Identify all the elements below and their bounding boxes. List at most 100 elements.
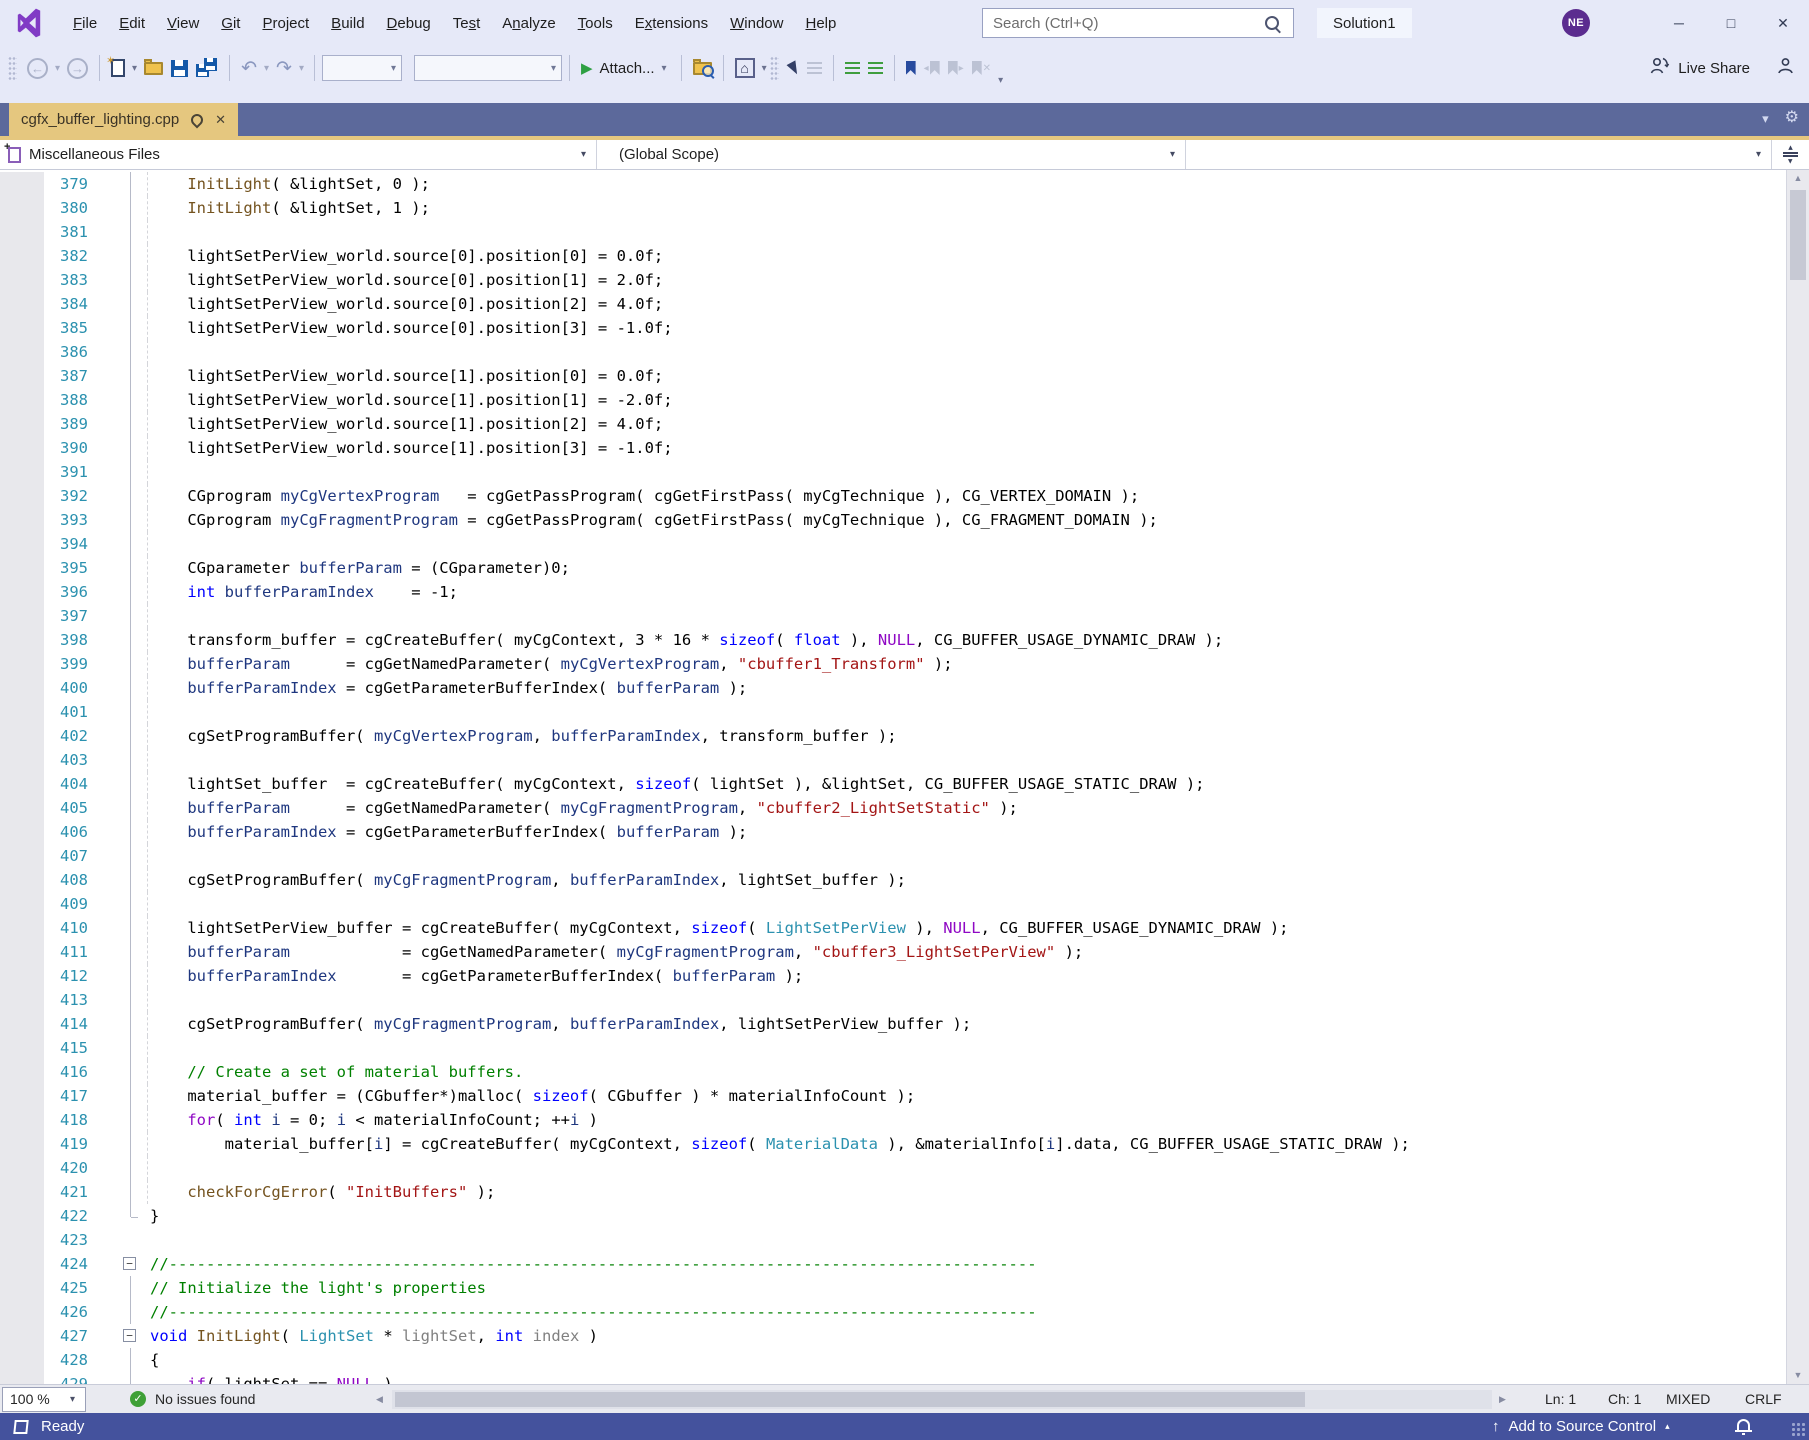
indicator-margin[interactable]: [0, 796, 44, 820]
tab-close-icon[interactable]: ✕: [215, 112, 226, 128]
indicator-margin[interactable]: [0, 700, 44, 724]
gear-icon[interactable]: ⚙: [1785, 110, 1799, 126]
menu-debug[interactable]: Debug: [376, 9, 442, 38]
indicator-margin[interactable]: [0, 580, 44, 604]
code-line[interactable]: 415: [0, 1036, 1809, 1060]
menu-analyze[interactable]: Analyze: [491, 9, 566, 38]
code-line[interactable]: 413: [0, 988, 1809, 1012]
code-line[interactable]: 410 lightSetPerView_buffer = cgCreateBuf…: [0, 916, 1809, 940]
bell-icon[interactable]: [1737, 1419, 1750, 1430]
code-line[interactable]: 409: [0, 892, 1809, 916]
code-line[interactable]: 384 lightSetPerView_world.source[0].posi…: [0, 292, 1809, 316]
menu-tools[interactable]: Tools: [567, 9, 624, 38]
minimize-button[interactable]: ─: [1653, 0, 1705, 46]
indicator-margin[interactable]: [0, 1372, 44, 1384]
horizontal-scrollbar[interactable]: [392, 1390, 1492, 1409]
navigate-back-dropdown[interactable]: ▾: [55, 63, 60, 74]
toolbar-drag-handle[interactable]: [8, 56, 17, 80]
indicator-margin[interactable]: [0, 364, 44, 388]
code-line[interactable]: 393 CGprogram myCgFragmentProgram = cgGe…: [0, 508, 1809, 532]
pin-icon[interactable]: [189, 111, 206, 128]
code-area[interactable]: 379 InitLight( &lightSet, 0 );380 InitLi…: [0, 170, 1809, 1384]
indicator-margin[interactable]: [0, 196, 44, 220]
redo-button[interactable]: ↷: [272, 52, 296, 84]
code-line[interactable]: 400 bufferParamIndex = cgGetParameterBuf…: [0, 676, 1809, 700]
indicator-margin[interactable]: [0, 316, 44, 340]
editor[interactable]: 379 InitLight( &lightSet, 0 );380 InitLi…: [0, 170, 1809, 1384]
toolbar-overflow-button[interactable]: ▾: [998, 75, 1003, 86]
code-line[interactable]: 397: [0, 604, 1809, 628]
code-line[interactable]: 424−//----------------------------------…: [0, 1252, 1809, 1276]
code-line[interactable]: 412 bufferParamIndex = cgGetParameterBuf…: [0, 964, 1809, 988]
code-line[interactable]: 408 cgSetProgramBuffer( myCgFragmentProg…: [0, 868, 1809, 892]
indicator-margin[interactable]: [0, 628, 44, 652]
code-line[interactable]: 396 int bufferParamIndex = -1;: [0, 580, 1809, 604]
menu-test[interactable]: Test: [442, 9, 492, 38]
member-dropdown[interactable]: ▾: [1186, 140, 1772, 169]
menu-build[interactable]: Build: [320, 9, 375, 38]
indicator-margin[interactable]: [0, 772, 44, 796]
menu-project[interactable]: Project: [251, 9, 320, 38]
previous-bookmark-button[interactable]: ◂: [920, 52, 944, 84]
code-line[interactable]: 390 lightSetPerView_world.source[1].posi…: [0, 436, 1809, 460]
menu-extensions[interactable]: Extensions: [624, 9, 719, 38]
save-all-button[interactable]: [192, 52, 222, 84]
indicator-margin[interactable]: [0, 1180, 44, 1204]
indicator-margin[interactable]: [0, 1156, 44, 1180]
code-line[interactable]: 381: [0, 220, 1809, 244]
code-line[interactable]: 399 bufferParam = cgGetNamedParameter( m…: [0, 652, 1809, 676]
properties-list-button[interactable]: [803, 52, 826, 84]
issues-status[interactable]: No issues found: [155, 1391, 255, 1407]
indicator-margin[interactable]: [0, 508, 44, 532]
indicator-margin[interactable]: [0, 1252, 44, 1276]
menu-view[interactable]: View: [156, 9, 210, 38]
split-window-control[interactable]: ▴ ▴: [1772, 140, 1809, 169]
menu-window[interactable]: Window: [719, 9, 794, 38]
indicator-margin[interactable]: [0, 388, 44, 412]
scroll-left-icon[interactable]: ◀: [376, 1394, 383, 1405]
background-tasks-icon[interactable]: [13, 1420, 28, 1434]
find-in-files-button[interactable]: [689, 52, 716, 84]
scroll-down-icon[interactable]: ▼: [1787, 1367, 1809, 1384]
code-line[interactable]: 417 material_buffer = (CGbuffer*)malloc(…: [0, 1084, 1809, 1108]
indicator-margin[interactable]: [0, 436, 44, 460]
home-dropdown[interactable]: ▾: [762, 63, 767, 74]
clear-bookmarks-button[interactable]: ✕: [968, 52, 995, 84]
code-line[interactable]: 423: [0, 1228, 1809, 1252]
indicator-margin[interactable]: [0, 964, 44, 988]
indicator-margin[interactable]: [0, 940, 44, 964]
avatar[interactable]: NE: [1562, 9, 1590, 37]
code-line[interactable]: 427−void InitLight( LightSet * lightSet,…: [0, 1324, 1809, 1348]
code-line[interactable]: 392 CGprogram myCgVertexProgram = cgGetP…: [0, 484, 1809, 508]
code-line[interactable]: 419 material_buffer[i] = cgCreateBuffer(…: [0, 1132, 1809, 1156]
fold-toggle[interactable]: −: [123, 1257, 136, 1270]
code-line[interactable]: 407: [0, 844, 1809, 868]
indicator-margin[interactable]: [0, 484, 44, 508]
code-line[interactable]: 386: [0, 340, 1809, 364]
increase-indent-button[interactable]: [864, 52, 887, 84]
indicator-margin[interactable]: [0, 1036, 44, 1060]
add-to-source-control-button[interactable]: ↑ Add to Source Control ▴: [1492, 1418, 1670, 1435]
indicator-margin[interactable]: [0, 1132, 44, 1156]
indicator-margin[interactable]: [0, 748, 44, 772]
indicator-margin[interactable]: [0, 556, 44, 580]
fold-toggle[interactable]: −: [123, 1329, 136, 1342]
open-file-button[interactable]: [140, 52, 167, 84]
indicator-margin[interactable]: [0, 1228, 44, 1252]
toggle-bookmark-button[interactable]: [902, 52, 920, 84]
indicator-margin[interactable]: [0, 916, 44, 940]
indicator-margin[interactable]: [0, 460, 44, 484]
new-file-dropdown[interactable]: ▾: [132, 63, 137, 74]
solution-explorer-home-button[interactable]: ⌂: [731, 52, 759, 84]
indicator-margin[interactable]: [0, 1204, 44, 1228]
code-line[interactable]: 406 bufferParamIndex = cgGetParameterBuf…: [0, 820, 1809, 844]
close-button[interactable]: ✕: [1757, 0, 1809, 46]
indicator-margin[interactable]: [0, 1324, 44, 1348]
indicator-margin[interactable]: [0, 988, 44, 1012]
code-line[interactable]: 414 cgSetProgramBuffer( myCgFragmentProg…: [0, 1012, 1809, 1036]
code-line[interactable]: 395 CGparameter bufferParam = (CGparamet…: [0, 556, 1809, 580]
indicator-margin[interactable]: [0, 1012, 44, 1036]
indicator-margin[interactable]: [0, 1348, 44, 1372]
indicator-margin[interactable]: [0, 892, 44, 916]
configuration-combo[interactable]: ▾: [322, 55, 402, 81]
